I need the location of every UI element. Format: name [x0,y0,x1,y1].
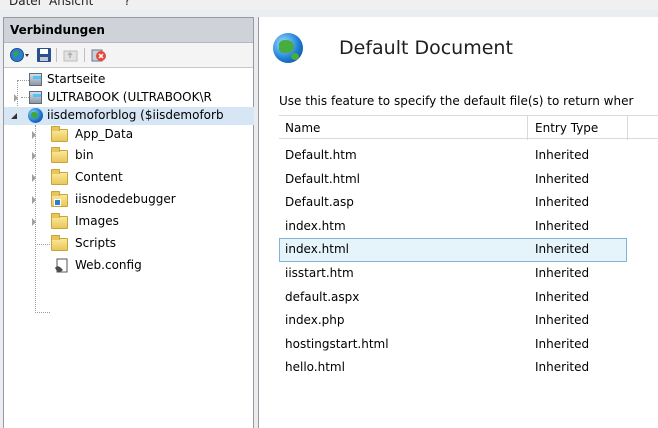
expand-icon[interactable] [32,131,36,139]
tree-item-content[interactable]: Content [4,169,254,187]
connections-toolbar [4,43,253,68]
expand-icon[interactable] [32,152,36,160]
tree-item-web-config[interactable]: Web.config [4,257,254,275]
feature-panel: Default Document Use this feature to spe… [258,17,658,428]
default-document-globe-icon [273,33,303,63]
menu-datei[interactable]: Datei [9,0,41,8]
folder-icon [51,126,68,142]
table-row[interactable]: index.htm Inherited [279,215,658,239]
column-header-entry-type[interactable]: Entry Type [535,121,598,135]
toolbar-separator [56,48,57,62]
expand-icon[interactable] [32,218,36,226]
table-row[interactable]: index.php Inherited [279,309,658,333]
tree-item-bin[interactable]: bin [4,147,254,165]
tree-item-scripts[interactable]: Scripts [4,235,254,253]
tree-item-iisnodedebugger[interactable]: iisnodedebugger [4,191,254,209]
table-row[interactable]: hello.html Inherited [279,356,658,380]
table-row[interactable]: Default.asp Inherited [279,191,658,215]
collapse-icon[interactable] [11,113,17,119]
expand-icon[interactable] [32,174,36,182]
connections-panel: Verbindungen Startseite ULTRABOOK (ULTRA… [3,17,254,428]
table-row[interactable]: Default.htm Inherited [279,144,658,168]
folder-icon [51,213,68,229]
table-row[interactable]: iisstart.htm Inherited [279,262,658,286]
tree-item-images[interactable]: Images [4,213,254,231]
config-file-icon [54,258,70,277]
tree-item-startseite[interactable]: Startseite [4,71,254,89]
folder-icon [51,147,68,163]
folder-icon [51,169,68,185]
disconnect-icon[interactable] [90,47,108,66]
column-header-name[interactable]: Name [285,121,320,135]
tree-item-app-data[interactable]: App_Data [4,126,254,144]
up-level-icon[interactable] [62,47,80,66]
column-separator[interactable] [527,116,528,140]
tree-guide [35,244,50,245]
save-icon[interactable] [36,47,52,66]
connect-globe-icon[interactable] [9,47,33,66]
feature-description: Use this feature to specify the default … [279,94,634,108]
expand-icon[interactable] [14,94,18,102]
table-row[interactable]: default.aspx Inherited [279,286,658,310]
menu-help[interactable]: ? [124,0,130,8]
connections-header: Verbindungen [4,18,253,43]
table-row[interactable]: hostingstart.html Inherited [279,333,658,357]
start-page-icon [29,73,42,86]
application-badge-icon [54,199,61,206]
table-row[interactable]: Default.html Inherited [279,168,658,192]
folder-icon [51,235,68,251]
table-row-selected[interactable]: index.html Inherited [279,238,627,262]
site-globe-icon [28,108,43,123]
tree-item-server[interactable]: ULTRABOOK (ULTRABOOK\R [4,89,254,107]
page-title: Default Document [339,37,513,59]
list-header: Name Entry Type [279,115,658,140]
expand-icon[interactable] [32,196,36,204]
server-icon [29,91,42,104]
menu-bar: Datei Ansicht ? [0,0,658,10]
tree-guide [35,312,50,313]
tree-item-site[interactable]: iisdemoforblog ($iisdemoforb [4,107,254,125]
default-document-list: Name Entry Type Default.htm Inherited De… [279,115,658,380]
toolbar-separator [84,48,85,62]
column-separator[interactable] [627,116,628,140]
menu-ansicht[interactable]: Ansicht [49,0,93,8]
